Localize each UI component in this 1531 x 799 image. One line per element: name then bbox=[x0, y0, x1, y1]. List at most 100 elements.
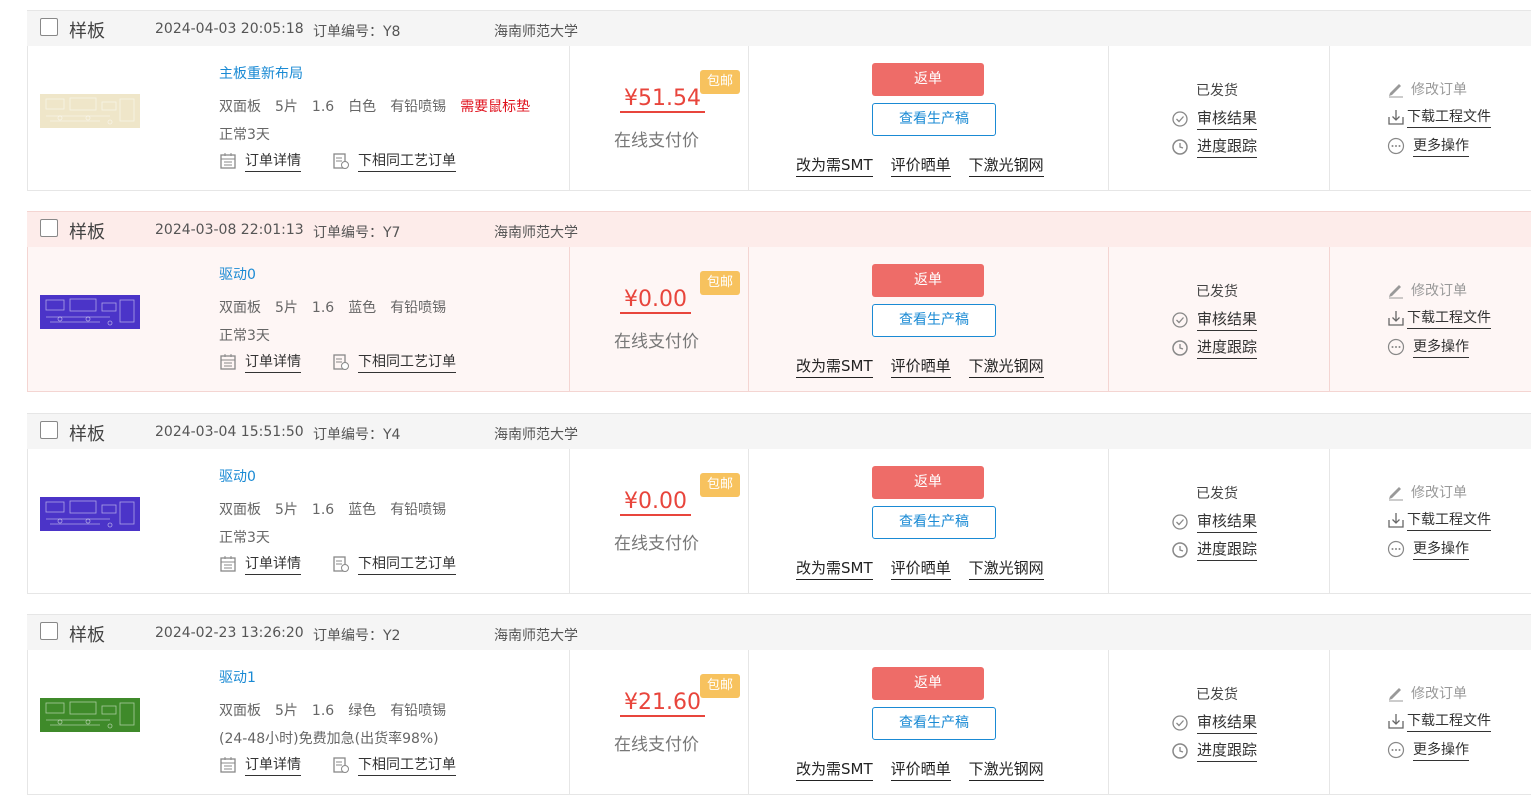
same-process-link[interactable]: 下相同工艺订单 bbox=[358, 150, 456, 172]
more-actions-link[interactable]: 更多操作 bbox=[1413, 739, 1469, 761]
download-files-action[interactable]: 下载工程文件 bbox=[1387, 710, 1491, 732]
audit-result-link[interactable]: 审核结果 bbox=[1197, 711, 1258, 734]
progress-action[interactable]: 进度跟踪 bbox=[1171, 538, 1258, 561]
order-datetime: 2024-03-08 22:01:13 bbox=[155, 222, 304, 238]
same-process-link[interactable]: 下相同工艺订单 bbox=[358, 553, 456, 575]
pencil-icon bbox=[1389, 688, 1403, 702]
review-link[interactable]: 评价晒单 bbox=[890, 154, 951, 177]
laser-stencil-link[interactable]: 下激光钢网 bbox=[968, 557, 1044, 580]
download-files-action[interactable]: 下载工程文件 bbox=[1387, 307, 1491, 329]
product-name-link[interactable]: 驱动0 bbox=[219, 264, 256, 284]
order-checkbox[interactable] bbox=[40, 622, 58, 640]
audit-result-action[interactable]: 审核结果 bbox=[1171, 107, 1258, 130]
delivery-time: 正常3天 bbox=[219, 328, 270, 344]
same-process-action[interactable]: 下相同工艺订单 bbox=[332, 754, 456, 776]
actions-column: 返单 查看生产稿 改为需SMT 评价晒单 下激光钢网 bbox=[749, 247, 1109, 391]
progress-action[interactable]: 进度跟踪 bbox=[1171, 739, 1258, 762]
calendar-icon bbox=[220, 153, 236, 169]
order-detail-link[interactable]: 订单详情 bbox=[245, 150, 301, 172]
laser-stencil-link[interactable]: 下激光钢网 bbox=[968, 154, 1044, 177]
mid-links: 改为需SMT 评价晒单 下激光钢网 bbox=[796, 557, 1044, 580]
order-checkbox[interactable] bbox=[40, 219, 58, 237]
more-actions-action[interactable]: 更多操作 bbox=[1387, 739, 1469, 761]
return-order-button[interactable]: 返单 bbox=[872, 466, 984, 499]
download-files-link[interactable]: 下载工程文件 bbox=[1407, 509, 1491, 531]
order-detail-action[interactable]: 订单详情 bbox=[219, 150, 301, 172]
spec-item: 双面板 bbox=[219, 703, 261, 719]
product-name-link[interactable]: 主板重新布局 bbox=[219, 63, 303, 83]
progress-link[interactable]: 进度跟踪 bbox=[1197, 739, 1258, 762]
edit-order-action[interactable]: 修改订单 bbox=[1387, 79, 1467, 99]
status-column: 已发货 审核结果 进度跟踪 bbox=[1109, 449, 1330, 593]
more-actions-action[interactable]: 更多操作 bbox=[1387, 336, 1469, 358]
order-detail-link[interactable]: 订单详情 bbox=[245, 351, 301, 373]
review-link[interactable]: 评价晒单 bbox=[890, 557, 951, 580]
audit-result-action[interactable]: 审核结果 bbox=[1171, 308, 1258, 331]
edit-order-action[interactable]: 修改订单 bbox=[1387, 280, 1467, 300]
order-header: 样板 2024-03-08 22:01:13 订单编号：Y7 海南师范大学 bbox=[27, 211, 1531, 248]
same-process-action[interactable]: 下相同工艺订单 bbox=[332, 150, 456, 172]
change-smt-link[interactable]: 改为需SMT bbox=[796, 758, 873, 781]
pcb-thumbnail[interactable] bbox=[40, 698, 140, 732]
order-type: 样板 bbox=[69, 625, 105, 646]
pcb-thumbnail[interactable] bbox=[40, 94, 140, 128]
order-detail-action[interactable]: 订单详情 bbox=[219, 553, 301, 575]
progress-link[interactable]: 进度跟踪 bbox=[1197, 336, 1258, 359]
view-production-button[interactable]: 查看生产稿 bbox=[872, 103, 996, 136]
progress-link[interactable]: 进度跟踪 bbox=[1197, 135, 1258, 158]
order-body: 驱动1 双面板 5片 1.6 绿色 有铅喷锡 (24-48小时)免费加急(出货率98%)… bbox=[27, 650, 1531, 795]
same-process-link[interactable]: 下相同工艺订单 bbox=[358, 754, 456, 776]
return-order-button[interactable]: 返单 bbox=[872, 264, 984, 297]
order-detail-link[interactable]: 订单详情 bbox=[245, 553, 301, 575]
pcb-thumbnail[interactable] bbox=[40, 497, 140, 531]
order-detail-action[interactable]: 订单详情 bbox=[219, 754, 301, 776]
pcb-thumbnail[interactable] bbox=[40, 295, 140, 329]
download-files-link[interactable]: 下载工程文件 bbox=[1407, 106, 1491, 128]
more-actions-link[interactable]: 更多操作 bbox=[1413, 336, 1469, 358]
return-order-button[interactable]: 返单 bbox=[872, 667, 984, 700]
edit-order-action[interactable]: 修改订单 bbox=[1387, 482, 1467, 502]
same-process-action[interactable]: 下相同工艺订单 bbox=[332, 351, 456, 373]
review-link[interactable]: 评价晒单 bbox=[890, 758, 951, 781]
audit-result-action[interactable]: 审核结果 bbox=[1171, 711, 1258, 734]
change-smt-link[interactable]: 改为需SMT bbox=[796, 355, 873, 378]
more-actions-link[interactable]: 更多操作 bbox=[1413, 538, 1469, 560]
free-shipping-badge: 包邮 bbox=[700, 473, 740, 497]
progress-action[interactable]: 进度跟踪 bbox=[1171, 336, 1258, 359]
download-files-action[interactable]: 下载工程文件 bbox=[1387, 509, 1491, 531]
view-production-button[interactable]: 查看生产稿 bbox=[872, 707, 996, 740]
audit-result-link[interactable]: 审核结果 bbox=[1197, 107, 1258, 130]
download-files-action[interactable]: 下载工程文件 bbox=[1387, 106, 1491, 128]
audit-result-link[interactable]: 审核结果 bbox=[1197, 510, 1258, 533]
audit-result-link[interactable]: 审核结果 bbox=[1197, 308, 1258, 331]
download-files-link[interactable]: 下载工程文件 bbox=[1407, 307, 1491, 329]
more-actions-link[interactable]: 更多操作 bbox=[1413, 135, 1469, 157]
audit-result-action[interactable]: 审核结果 bbox=[1171, 510, 1258, 533]
progress-link[interactable]: 进度跟踪 bbox=[1197, 538, 1258, 561]
view-production-button[interactable]: 查看生产稿 bbox=[872, 506, 996, 539]
spec-item: 5片 bbox=[275, 99, 298, 115]
change-smt-link[interactable]: 改为需SMT bbox=[796, 557, 873, 580]
same-process-action[interactable]: 下相同工艺订单 bbox=[332, 553, 456, 575]
order-price: ¥21.60 bbox=[620, 690, 705, 717]
view-production-button[interactable]: 查看生产稿 bbox=[872, 304, 996, 337]
same-process-link[interactable]: 下相同工艺订单 bbox=[358, 351, 456, 373]
more-actions-action[interactable]: 更多操作 bbox=[1387, 135, 1469, 157]
return-order-button[interactable]: 返单 bbox=[872, 63, 984, 96]
order-detail-action[interactable]: 订单详情 bbox=[219, 351, 301, 373]
order-checkbox[interactable] bbox=[40, 18, 58, 36]
edit-order-action[interactable]: 修改订单 bbox=[1387, 683, 1467, 703]
laser-stencil-link[interactable]: 下激光钢网 bbox=[968, 758, 1044, 781]
review-link[interactable]: 评价晒单 bbox=[890, 355, 951, 378]
download-files-link[interactable]: 下载工程文件 bbox=[1407, 710, 1491, 732]
laser-stencil-link[interactable]: 下激光钢网 bbox=[968, 355, 1044, 378]
spec-item: 5片 bbox=[275, 703, 298, 719]
progress-action[interactable]: 进度跟踪 bbox=[1171, 135, 1258, 158]
order-checkbox[interactable] bbox=[40, 421, 58, 439]
product-name-link[interactable]: 驱动1 bbox=[219, 667, 256, 687]
product-name-link[interactable]: 驱动0 bbox=[219, 466, 256, 486]
more-actions-action[interactable]: 更多操作 bbox=[1387, 538, 1469, 560]
actions-column: 返单 查看生产稿 改为需SMT 评价晒单 下激光钢网 bbox=[749, 449, 1109, 593]
order-detail-link[interactable]: 订单详情 bbox=[245, 754, 301, 776]
change-smt-link[interactable]: 改为需SMT bbox=[796, 154, 873, 177]
